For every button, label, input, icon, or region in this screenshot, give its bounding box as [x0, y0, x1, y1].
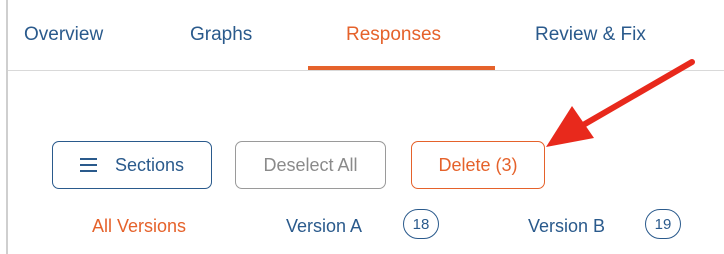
version-a-count-badge: 18 — [403, 209, 439, 239]
delete-button[interactable]: Delete (3) — [411, 141, 545, 189]
version-filter-all[interactable]: All Versions — [92, 216, 186, 237]
tab-review-fix[interactable]: Review & Fix — [535, 24, 646, 46]
sections-button[interactable]: Sections — [52, 141, 212, 189]
version-b-count-badge: 19 — [645, 209, 681, 239]
delete-button-label: Delete (3) — [438, 154, 518, 175]
active-tab-indicator — [308, 66, 495, 70]
responses-panel: Overview Graphs Responses Review & Fix S… — [6, 0, 724, 254]
tab-graphs[interactable]: Graphs — [190, 24, 252, 46]
deselect-all-label: Deselect All — [263, 154, 358, 175]
tab-responses[interactable]: Responses — [346, 24, 441, 46]
version-filter-a[interactable]: Version A — [286, 216, 362, 237]
tab-bar: Overview Graphs Responses Review & Fix — [8, 0, 724, 71]
sections-button-label: Sections — [114, 154, 185, 175]
tab-overview[interactable]: Overview — [24, 24, 103, 46]
menu-icon — [79, 158, 97, 172]
deselect-all-button[interactable]: Deselect All — [235, 141, 386, 189]
version-filter-b[interactable]: Version B — [528, 216, 605, 237]
